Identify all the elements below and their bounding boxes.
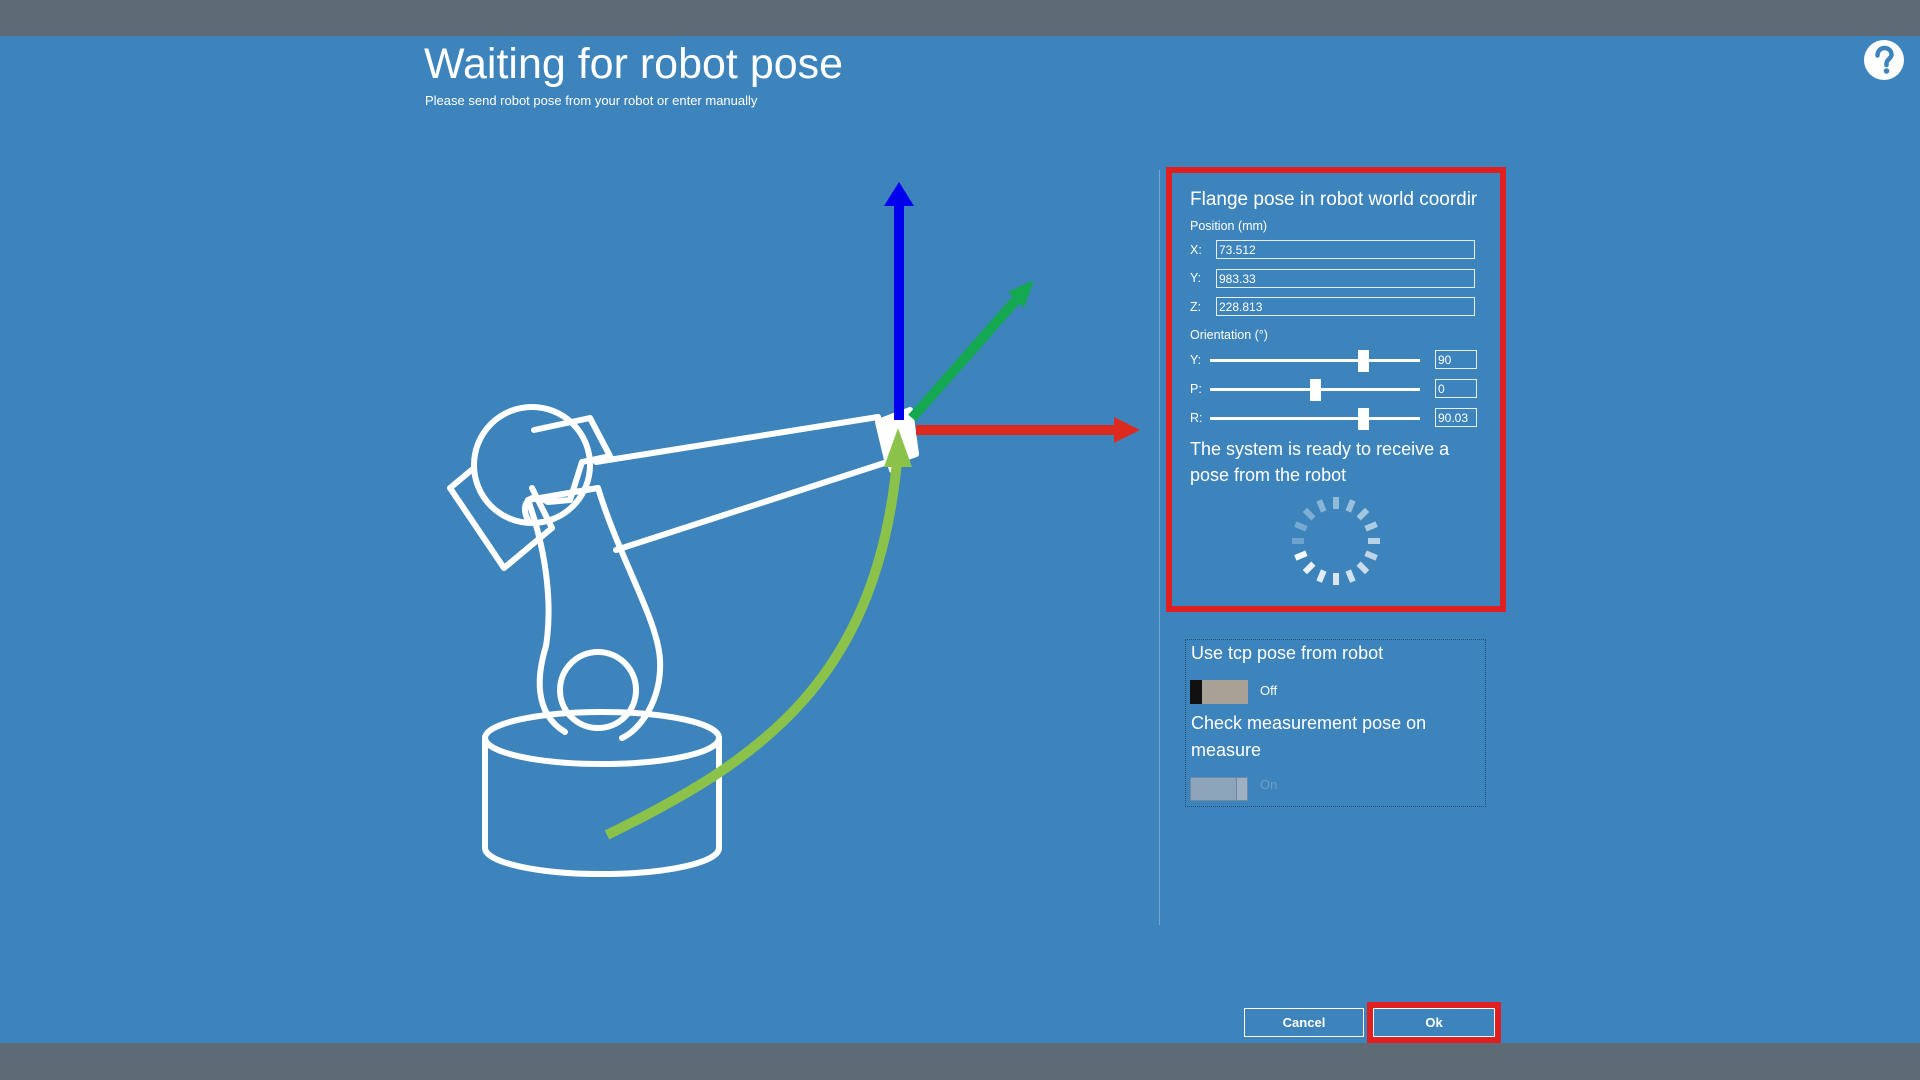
spinner-segment <box>1364 521 1378 532</box>
page-subtitle: Please send robot pose from your robot o… <box>425 93 758 108</box>
spinner-segment <box>1356 507 1370 521</box>
position-y-label: Y: <box>1190 271 1202 285</box>
spinner-segment <box>1345 569 1356 583</box>
orientation-roll-input[interactable] <box>1435 408 1477 427</box>
orientation-roll-label: R: <box>1190 411 1203 425</box>
vertical-divider <box>1159 170 1160 925</box>
slider-thumb[interactable] <box>1358 408 1370 430</box>
orientation-roll-slider[interactable] <box>1210 408 1420 430</box>
slider-track <box>1210 417 1420 420</box>
orientation-yaw-label: Y: <box>1190 353 1202 367</box>
spinner-segment <box>1364 550 1378 561</box>
position-z-input[interactable] <box>1216 297 1475 316</box>
toggle-knob <box>1190 680 1202 704</box>
flange-panel-title: Flange pose in robot world coordir <box>1190 189 1478 210</box>
spinner-segment <box>1302 507 1316 521</box>
loading-spinner-icon <box>1292 497 1380 585</box>
tcp-pose-state: Off <box>1260 683 1278 698</box>
page-title: Waiting for robot pose <box>424 40 844 88</box>
slider-thumb[interactable] <box>1358 350 1370 372</box>
pose-options-group: Use tcp pose from robot Off Check measur… <box>1185 639 1486 807</box>
cancel-button[interactable]: Cancel <box>1244 1008 1364 1037</box>
check-pose-state: On <box>1260 777 1278 792</box>
spinner-segment <box>1316 569 1327 583</box>
orientation-label: Orientation (°) <box>1190 328 1268 342</box>
flange-pose-panel: Flange pose in robot world coordir Posit… <box>1166 167 1506 612</box>
spinner-segment <box>1294 550 1308 561</box>
spinner-segment <box>1345 499 1356 513</box>
position-z-label: Z: <box>1190 300 1202 314</box>
orientation-yaw-slider[interactable] <box>1210 350 1420 372</box>
check-pose-toggle[interactable] <box>1190 777 1248 801</box>
question-icon[interactable] <box>1862 38 1906 82</box>
orientation-pitch-input[interactable] <box>1435 379 1477 398</box>
toggle-knob <box>1236 777 1248 801</box>
orientation-pitch-label: P: <box>1190 382 1202 396</box>
position-x-input[interactable] <box>1216 240 1475 259</box>
robot-arm-illustration <box>447 182 1140 877</box>
tcp-pose-label: Use tcp pose from robot <box>1191 643 1384 663</box>
bottom-bar <box>0 1043 1920 1080</box>
status-message: The system is ready to receive a pose fr… <box>1190 439 1450 485</box>
tcp-pose-toggle[interactable] <box>1190 680 1248 704</box>
slider-track <box>1210 359 1420 362</box>
spinner-segment <box>1302 561 1316 575</box>
position-x-label: X: <box>1190 243 1202 257</box>
orientation-yaw-input[interactable] <box>1435 350 1477 369</box>
check-pose-label: Check measurement pose on measure <box>1191 713 1427 760</box>
spinner-segment <box>1294 521 1308 532</box>
ok-button[interactable]: Ok <box>1367 1002 1501 1043</box>
position-label: Position (mm) <box>1190 219 1268 233</box>
orientation-pitch-slider[interactable] <box>1210 379 1420 401</box>
spinner-segment <box>1356 561 1370 575</box>
top-bar <box>0 0 1920 36</box>
slider-thumb[interactable] <box>1310 379 1321 401</box>
position-y-input[interactable] <box>1216 269 1475 288</box>
spinner-segment <box>1316 499 1327 513</box>
